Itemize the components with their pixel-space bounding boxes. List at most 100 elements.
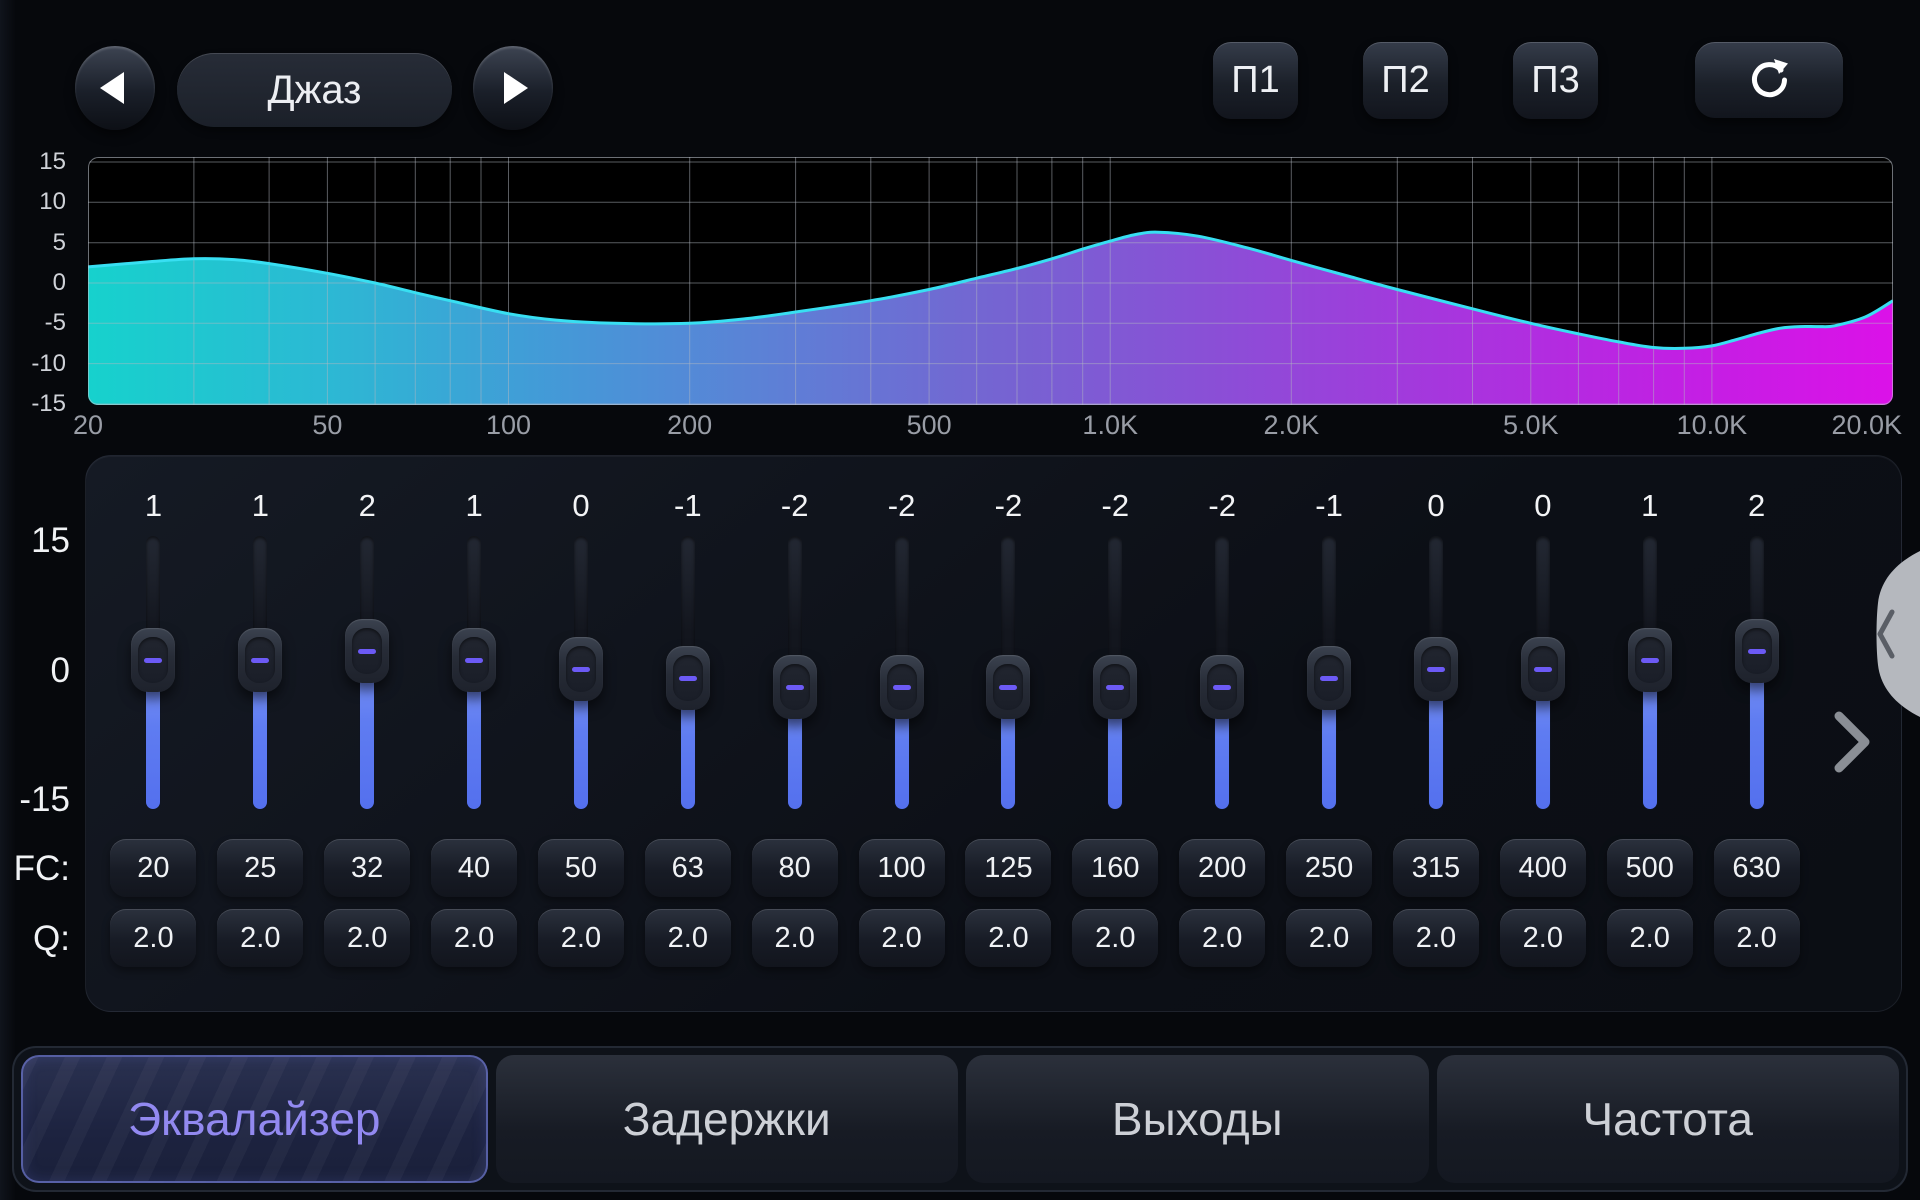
arrow-right-icon bbox=[504, 72, 528, 104]
band-fc-value[interactable]: 32 bbox=[324, 839, 410, 897]
band-fc-value[interactable]: 25 bbox=[217, 839, 303, 897]
band-gain-label: 1 bbox=[421, 488, 528, 524]
band-gain-label: -2 bbox=[1062, 488, 1169, 524]
knob-dash-icon bbox=[679, 676, 697, 681]
knob-dash-icon bbox=[1427, 667, 1445, 672]
band-slider-knob[interactable] bbox=[880, 655, 924, 719]
knob-dash-icon bbox=[1641, 658, 1659, 663]
preset-slot-button-3[interactable]: П3 bbox=[1513, 42, 1598, 119]
band-q-value[interactable]: 2.0 bbox=[1500, 909, 1586, 967]
band-column-13: 03152.0 bbox=[1383, 456, 1490, 1011]
freq-tick-label: 10.0K bbox=[1677, 410, 1748, 441]
preset-slot-buttons: П1 П2 П3 bbox=[1213, 42, 1598, 119]
band-fc-value[interactable]: 40 bbox=[431, 839, 517, 897]
band-slider-knob[interactable] bbox=[773, 655, 817, 719]
preset-next-button[interactable] bbox=[473, 46, 553, 130]
band-column-12: -12502.0 bbox=[1276, 456, 1383, 1011]
band-slider-knob[interactable] bbox=[666, 646, 710, 710]
band-column-7: -2802.0 bbox=[741, 456, 848, 1011]
band-q-value[interactable]: 2.0 bbox=[965, 909, 1051, 967]
db-tick-label: -10 bbox=[0, 350, 66, 378]
tab-delays[interactable]: Задержки bbox=[496, 1055, 959, 1183]
eq-response-graph bbox=[88, 157, 1893, 405]
band-fc-value[interactable]: 315 bbox=[1393, 839, 1479, 897]
band-fc-value[interactable]: 63 bbox=[645, 839, 731, 897]
band-slider-knob[interactable] bbox=[559, 637, 603, 701]
band-slider-knob[interactable] bbox=[345, 619, 389, 683]
band-q-value[interactable]: 2.0 bbox=[645, 909, 731, 967]
freq-tick-label: 50 bbox=[312, 410, 342, 441]
bottom-tab-bar: ЭквалайзерЗадержкиВыходыЧастота bbox=[12, 1046, 1908, 1192]
band-q-value[interactable]: 2.0 bbox=[217, 909, 303, 967]
knob-dash-icon bbox=[1106, 685, 1124, 690]
band-columns: 1202.01252.02322.01402.00502.0-1632.0-28… bbox=[100, 456, 1810, 1011]
band-fc-value[interactable]: 100 bbox=[859, 839, 945, 897]
band-gain-label: 1 bbox=[1596, 488, 1703, 524]
band-fc-value[interactable]: 500 bbox=[1607, 839, 1693, 897]
band-fc-value[interactable]: 50 bbox=[538, 839, 624, 897]
preset-slot-button-1[interactable]: П1 bbox=[1213, 42, 1298, 119]
band-q-value[interactable]: 2.0 bbox=[1393, 909, 1479, 967]
band-gain-label: 1 bbox=[207, 488, 314, 524]
band-column-14: 04002.0 bbox=[1489, 456, 1596, 1011]
band-fc-value[interactable]: 200 bbox=[1179, 839, 1265, 897]
band-column-15: 1 500 2.0 bbox=[1596, 456, 1703, 1011]
band-fc-value[interactable]: 125 bbox=[965, 839, 1051, 897]
band-gain-label: 2 bbox=[1703, 488, 1810, 524]
band-column-6: -1632.0 bbox=[634, 456, 741, 1011]
band-slider-knob[interactable] bbox=[1414, 637, 1458, 701]
band-slider-knob[interactable] bbox=[1628, 628, 1672, 692]
band-slider-knob[interactable] bbox=[452, 628, 496, 692]
band-fc-value[interactable]: 400 bbox=[1500, 839, 1586, 897]
db-tick-label: 15 bbox=[0, 148, 66, 176]
band-q-value[interactable]: 2.0 bbox=[1072, 909, 1158, 967]
knob-dash-icon bbox=[999, 685, 1017, 690]
freq-tick-label: 1.0K bbox=[1082, 410, 1138, 441]
side-panel-handle[interactable] bbox=[1858, 548, 1920, 720]
band-column-5: 0502.0 bbox=[528, 456, 635, 1011]
scale-zero-label: 0 bbox=[0, 651, 70, 691]
band-slider-knob[interactable] bbox=[238, 628, 282, 692]
band-column-1: 1202.0 bbox=[100, 456, 207, 1011]
band-q-value[interactable]: 2.0 bbox=[1286, 909, 1372, 967]
preset-name[interactable]: Джаз bbox=[177, 53, 452, 127]
band-fc-value[interactable]: 630 bbox=[1714, 839, 1800, 897]
band-fc-value[interactable]: 160 bbox=[1072, 839, 1158, 897]
band-q-value[interactable]: 2.0 bbox=[431, 909, 517, 967]
tab-frequency[interactable]: Частота bbox=[1437, 1055, 1900, 1183]
band-q-value[interactable]: 2.0 bbox=[324, 909, 410, 967]
band-q-value[interactable]: 2.0 bbox=[538, 909, 624, 967]
band-gain-label: -2 bbox=[848, 488, 955, 524]
preset-prev-button[interactable] bbox=[75, 46, 155, 130]
band-column-4: 1 40 2.0 bbox=[421, 456, 528, 1011]
tab-equalizer[interactable]: Эквалайзер bbox=[21, 1055, 488, 1183]
knob-dash-icon bbox=[251, 658, 269, 663]
band-slider-knob[interactable] bbox=[1093, 655, 1137, 719]
band-slider-knob[interactable] bbox=[1521, 637, 1565, 701]
band-gain-label: -2 bbox=[1169, 488, 1276, 524]
band-slider-knob[interactable] bbox=[1307, 646, 1351, 710]
band-slider-knob[interactable] bbox=[1735, 619, 1779, 683]
band-column-9: -2 125 2.0 bbox=[955, 456, 1062, 1011]
band-slider-knob[interactable] bbox=[986, 655, 1030, 719]
band-fc-value[interactable]: 20 bbox=[110, 839, 196, 897]
band-gain-label: -2 bbox=[955, 488, 1062, 524]
band-q-value[interactable]: 2.0 bbox=[859, 909, 945, 967]
band-slider-knob[interactable] bbox=[1200, 655, 1244, 719]
band-q-value[interactable]: 2.0 bbox=[1714, 909, 1800, 967]
tab-outputs[interactable]: Выходы bbox=[966, 1055, 1429, 1183]
left-edge-shade bbox=[0, 0, 16, 1200]
band-slider-knob[interactable] bbox=[131, 628, 175, 692]
band-fc-value[interactable]: 250 bbox=[1286, 839, 1372, 897]
band-q-value[interactable]: 2.0 bbox=[110, 909, 196, 967]
freq-tick-label: 100 bbox=[486, 410, 531, 441]
freq-tick-label: 5.0K bbox=[1503, 410, 1559, 441]
preset-slot-button-2[interactable]: П2 bbox=[1363, 42, 1448, 119]
band-q-value[interactable]: 2.0 bbox=[1607, 909, 1693, 967]
band-q-value[interactable]: 2.0 bbox=[752, 909, 838, 967]
band-fc-value[interactable]: 80 bbox=[752, 839, 838, 897]
chevron-right-icon bbox=[1839, 716, 1865, 768]
expand-chevron-button[interactable] bbox=[1833, 710, 1875, 774]
reset-button[interactable] bbox=[1695, 42, 1843, 118]
band-q-value[interactable]: 2.0 bbox=[1179, 909, 1265, 967]
